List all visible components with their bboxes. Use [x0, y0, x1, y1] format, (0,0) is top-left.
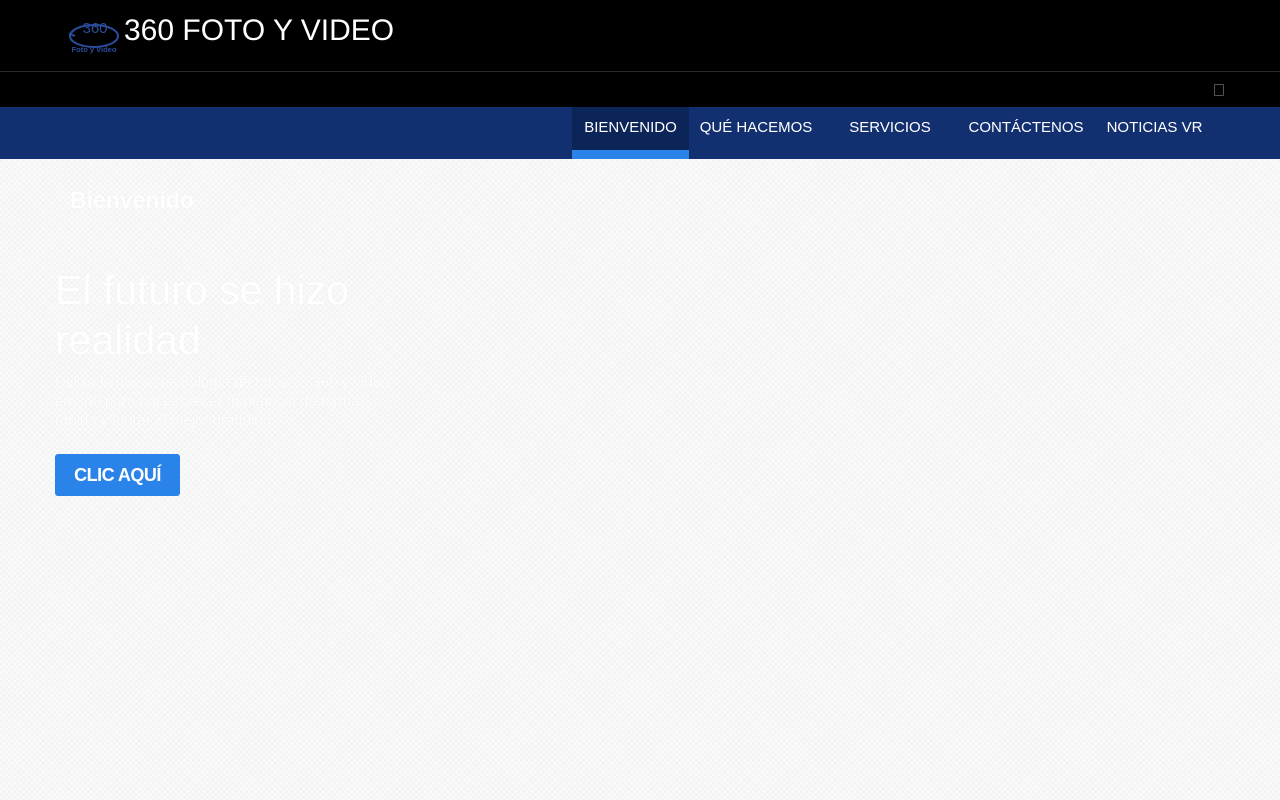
nav-item-que-hacemos[interactable]: QUÉ HACEMOS	[689, 107, 823, 159]
site-title[interactable]: 360 FOTO Y VIDEO	[124, 14, 394, 48]
nav-item-contactenos[interactable]: CONTÁCTENOS	[957, 107, 1095, 159]
logo-icon[interactable]: 360 Foto y Video	[68, 16, 122, 56]
nav-item-noticias-vr[interactable]: NOTICIAS VR	[1095, 107, 1214, 159]
hero-description: Utiliza la nueva tecnología de fotos en …	[55, 374, 390, 429]
top-header: 360 Foto y Video 360 FOTO Y VIDEO	[0, 0, 1280, 72]
clic-aqui-button[interactable]: CLIC AQUÍ	[55, 454, 180, 496]
main-navigation: BIENVENIDO QUÉ HACEMOS SERVICIOS CONTÁCT…	[0, 107, 1280, 159]
nav-item-servicios[interactable]: SERVICIOS	[823, 107, 957, 159]
hero-section-label: Bienvenido	[70, 187, 194, 213]
nav-item-bienvenido[interactable]: BIENVENIDO	[572, 107, 689, 159]
hero-section: Bienvenido El futuro se hizo realidad Ut…	[0, 159, 1280, 800]
logo-text: 360	[82, 20, 107, 37]
logo-subtext: Foto y Video	[72, 45, 117, 54]
hero-heading: El futuro se hizo realidad	[55, 267, 349, 363]
placeholder-icon[interactable]	[1214, 84, 1224, 96]
utility-bar	[0, 72, 1280, 107]
